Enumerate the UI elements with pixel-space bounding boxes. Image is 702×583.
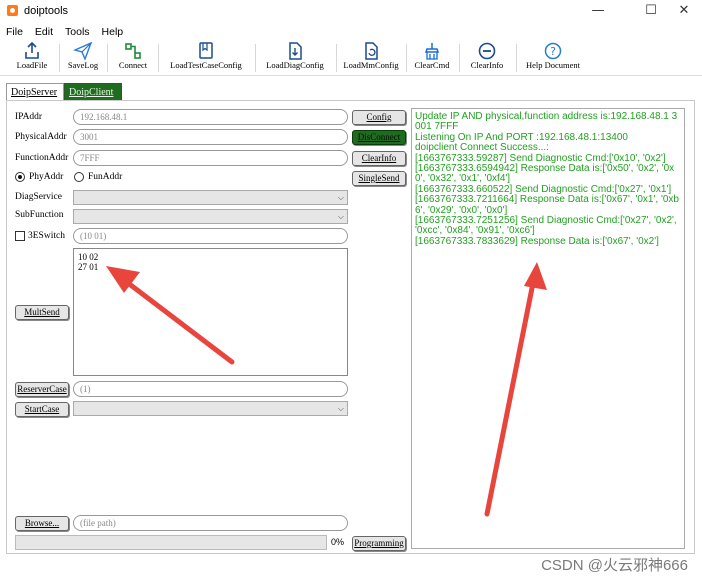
app-icon — [7, 5, 18, 16]
reservercase-button[interactable]: ReserverCase — [15, 382, 69, 397]
chevron-down-icon: ⌵ — [337, 212, 344, 221]
svg-text:?: ? — [550, 45, 556, 58]
function-label: FunctionAddr — [15, 153, 69, 163]
window-title: doiptools — [24, 5, 69, 17]
file-refresh-icon — [365, 42, 378, 60]
minus-circle-icon — [478, 42, 496, 60]
3eswitch-checkbox[interactable] — [15, 231, 25, 241]
menu-bar: File Edit Tools Help — [0, 24, 129, 40]
close-button[interactable]: ✕ — [666, 2, 702, 20]
help-icon: ? — [544, 42, 562, 60]
physical-label: PhysicalAddr — [15, 132, 67, 142]
connect-icon — [125, 43, 141, 59]
savelog-button[interactable]: SaveLog — [64, 42, 102, 74]
phyaddr-label: PhyAddr — [29, 172, 64, 182]
broom-icon — [424, 43, 440, 60]
ip-input[interactable]: 192.168.48.1 — [73, 109, 348, 125]
ip-label: IPAddr — [15, 112, 43, 122]
loadmmconfig-button[interactable]: LoadMmConfig — [341, 42, 401, 74]
startcase-select[interactable]: ⌵ — [73, 401, 348, 416]
log-line: Update IP AND physical,function address … — [415, 111, 678, 133]
menu-tools[interactable]: Tools — [59, 24, 96, 40]
chevron-down-icon: ⌵ — [337, 404, 344, 413]
loadtestcaseconfig-button[interactable]: LoadTestCaseConfig — [164, 42, 248, 74]
title-bar: doiptools — ☐ ✕ — [0, 0, 702, 22]
clearinfo-toolbar-button[interactable]: ClearInfo — [465, 42, 509, 74]
tab-doipserver[interactable]: DoipServer — [6, 83, 64, 101]
loaddiagconfig-button[interactable]: LoadDiagConfig — [261, 42, 329, 74]
minimize-button[interactable]: — — [580, 2, 616, 20]
loadfile-button[interactable]: LoadFile — [12, 42, 52, 74]
diagservice-label: DiagService — [15, 192, 62, 202]
log-line: [1663767333.7251256] Send Diagnostic Cmd… — [415, 215, 680, 237]
diagservice-select[interactable]: ⌵ — [73, 190, 348, 205]
book-icon — [199, 42, 213, 59]
funaddr-label: FunAddr — [88, 172, 123, 182]
log-output[interactable]: Update IP AND physical,function address … — [411, 108, 685, 549]
send-icon — [73, 42, 93, 60]
function-input[interactable]: 7FFF — [73, 150, 348, 166]
3eswitch-label: 3ESwitch — [28, 231, 65, 241]
reservercase-input[interactable]: (1) — [73, 381, 348, 397]
clearcmd-button[interactable]: ClearCmd — [411, 42, 453, 74]
3eswitch-input[interactable]: (10 01) — [73, 228, 348, 244]
maximize-button[interactable]: ☐ — [633, 2, 669, 20]
toolbar: LoadFile SaveLog Connect LoadTestCaseCon… — [0, 40, 702, 76]
tab-doipclient[interactable]: DoipClient — [64, 83, 122, 101]
multsend-button[interactable]: MultSend — [15, 305, 69, 320]
load-file-icon — [25, 42, 39, 59]
subfunction-label: SubFunction — [15, 210, 64, 220]
subfunction-select[interactable]: ⌵ — [73, 209, 348, 224]
log-line: [1663767333.6594942] Response Data is:['… — [415, 163, 675, 185]
clearinfo-button[interactable]: ClearInfo — [352, 151, 406, 166]
disconnect-button[interactable]: DisConnect — [352, 130, 406, 145]
progress-text: 0% — [331, 537, 345, 547]
log-line: [1663767333.7833629] Response Data is:['… — [415, 235, 659, 247]
menu-help[interactable]: Help — [96, 24, 130, 40]
config-button[interactable]: Config — [352, 110, 406, 125]
watermark: CSDN @火云邪神666 — [541, 557, 688, 574]
connect-button[interactable]: Connect — [113, 42, 153, 74]
singlesend-button[interactable]: SingleSend — [352, 171, 406, 186]
multsend-textarea[interactable]: 10 02 27 01 — [73, 248, 348, 376]
progress-bar — [15, 535, 327, 550]
physical-input[interactable]: 3001 — [73, 129, 348, 145]
file-path-input[interactable]: (file path) — [73, 515, 348, 531]
menu-edit[interactable]: Edit — [29, 24, 59, 40]
file-download-icon — [289, 42, 302, 60]
phyaddr-radio[interactable] — [15, 172, 25, 182]
browse-button[interactable]: Browse... — [15, 516, 69, 531]
help-document-button[interactable]: ? Help Document — [522, 42, 584, 74]
chevron-down-icon: ⌵ — [337, 193, 344, 202]
funaddr-radio[interactable] — [74, 172, 84, 182]
log-line: [1663767333.7211664] Response Data is:['… — [415, 194, 679, 216]
programming-button[interactable]: Programming — [352, 536, 406, 551]
menu-file[interactable]: File — [0, 24, 29, 40]
startcase-button[interactable]: StartCase — [15, 402, 69, 417]
